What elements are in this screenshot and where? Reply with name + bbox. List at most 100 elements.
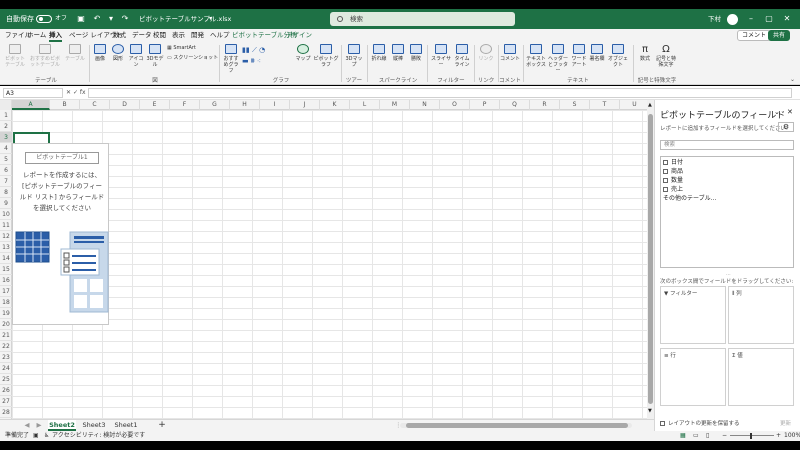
panel-close-icon[interactable]: ✕ bbox=[787, 108, 793, 116]
macro-recording-icon[interactable]: ▣ bbox=[33, 431, 39, 441]
field-item-sales[interactable]: 売上 bbox=[663, 185, 683, 194]
link-button[interactable]: リンク bbox=[477, 44, 495, 62]
page-break-view-icon[interactable]: ▯ bbox=[706, 431, 709, 441]
row-header-20[interactable]: 20 bbox=[0, 319, 12, 330]
tab-data[interactable]: データ bbox=[132, 29, 152, 42]
panel-options-chevron-icon[interactable]: ⌄ bbox=[774, 108, 780, 116]
tab-view[interactable]: 表示 bbox=[172, 29, 185, 42]
zoom-out-icon[interactable]: − bbox=[722, 431, 727, 441]
columns-area[interactable]: ⦀ 列 bbox=[728, 286, 794, 344]
column-header-h[interactable]: H bbox=[230, 100, 260, 110]
sparkline-line-button[interactable]: 折れ線 bbox=[370, 44, 388, 62]
more-tables-link[interactable]: その他のテーブル... bbox=[663, 194, 716, 203]
file-name[interactable]: ピボットテーブルサンプル.xlsx bbox=[139, 9, 231, 29]
row-header-22[interactable]: 22 bbox=[0, 341, 12, 352]
equation-button[interactable]: π 数式 bbox=[636, 44, 654, 62]
vertical-scroll-thumb[interactable] bbox=[648, 114, 653, 404]
fx-icon[interactable]: ✕ ✓ fx bbox=[66, 88, 86, 98]
checkbox-icon[interactable] bbox=[663, 160, 668, 165]
pivottable-button[interactable]: ピボットテーブル bbox=[4, 44, 26, 68]
column-header-b[interactable]: B bbox=[50, 100, 80, 110]
slicer-button[interactable]: スライサー bbox=[430, 44, 452, 68]
pictures-button[interactable]: 画像 bbox=[92, 44, 108, 62]
name-box[interactable]: A3 bbox=[3, 88, 63, 98]
recommended-charts-button[interactable]: おすすめグラフ bbox=[222, 44, 240, 74]
scatter-chart-icon[interactable]: ⁖ bbox=[257, 57, 261, 65]
ribbon-collapse-icon[interactable]: ⌄ bbox=[790, 76, 795, 83]
add-sheet-button[interactable]: + bbox=[156, 420, 168, 431]
accessibility-status[interactable]: アクセシビリティ: 検討が必要です bbox=[52, 431, 145, 441]
maximize-icon[interactable]: ▢ bbox=[761, 9, 777, 29]
row-header-16[interactable]: 16 bbox=[0, 275, 12, 286]
row-header-15[interactable]: 15 bbox=[0, 264, 12, 275]
column-header-s[interactable]: S bbox=[560, 100, 590, 110]
column-chart-icon[interactable]: ▮▮ bbox=[242, 46, 250, 54]
tab-developer[interactable]: 開発 bbox=[191, 29, 204, 42]
column-header-u[interactable]: U bbox=[620, 100, 647, 110]
statistic-chart-icon[interactable]: ⩩ bbox=[251, 57, 255, 65]
row-header-18[interactable]: 18 bbox=[0, 297, 12, 308]
row-header-25[interactable]: 25 bbox=[0, 374, 12, 385]
zoom-slider-thumb[interactable] bbox=[750, 433, 752, 439]
zoom-in-icon[interactable]: + bbox=[776, 431, 781, 441]
row-header-28[interactable]: 28 bbox=[0, 407, 12, 418]
row-header-10[interactable]: 10 bbox=[0, 209, 12, 220]
header-footer-button[interactable]: ヘッダーとフッター bbox=[547, 44, 569, 74]
3d-map-button[interactable]: 3Dマップ bbox=[344, 44, 364, 68]
vertical-scrollbar[interactable]: ▲ ▼ bbox=[647, 100, 654, 419]
values-area[interactable]: Σ 値 bbox=[728, 348, 794, 406]
smartart-button[interactable]: ▦ SmartArt bbox=[167, 45, 215, 51]
row-header-24[interactable]: 24 bbox=[0, 363, 12, 374]
horizontal-scroll-thumb[interactable] bbox=[406, 423, 628, 428]
search-input[interactable]: 検索 bbox=[330, 12, 515, 26]
sheet-tab-sheet3[interactable]: Sheet3 bbox=[80, 420, 108, 431]
close-icon[interactable]: ✕ bbox=[779, 9, 795, 29]
row-header-13[interactable]: 13 bbox=[0, 242, 12, 253]
checkbox-icon[interactable] bbox=[660, 421, 665, 426]
column-header-f[interactable]: F bbox=[170, 100, 200, 110]
update-button[interactable]: 更新 bbox=[780, 419, 791, 427]
column-header-q[interactable]: Q bbox=[500, 100, 530, 110]
user-name[interactable]: 下村 bbox=[708, 9, 721, 29]
column-header-i[interactable]: I bbox=[260, 100, 290, 110]
column-header-l[interactable]: L bbox=[350, 100, 380, 110]
checkbox-icon[interactable] bbox=[663, 169, 668, 174]
tab-help[interactable]: ヘルプ bbox=[210, 29, 230, 42]
cancel-icon[interactable]: ✕ bbox=[66, 89, 73, 96]
defer-layout-update[interactable]: レイアウトの更新を保留する bbox=[660, 419, 740, 427]
tab-splitter-icon[interactable]: ⋮ bbox=[395, 420, 402, 431]
chart-types-palette[interactable]: ▮▮ ⟋ ◔ ▬ ⩩ ⁖ bbox=[242, 45, 292, 67]
zoom-level[interactable]: 100% bbox=[784, 431, 800, 441]
horizontal-scrollbar[interactable] bbox=[400, 423, 632, 428]
row-header-5[interactable]: 5 bbox=[0, 154, 12, 165]
scroll-up-icon[interactable]: ▲ bbox=[648, 102, 652, 108]
symbol-button[interactable]: Ω 記号と特殊文字 bbox=[655, 44, 677, 68]
tab-formulas[interactable]: 数式 bbox=[113, 29, 126, 42]
rows-area[interactable]: ≡ 行 bbox=[660, 348, 726, 406]
save-icon[interactable]: ▣ bbox=[73, 9, 89, 29]
shapes-button[interactable]: 図形 bbox=[110, 44, 126, 62]
file-name-dropdown-icon[interactable]: ▾ bbox=[209, 9, 212, 29]
scroll-down-icon[interactable]: ▼ bbox=[648, 408, 652, 414]
avatar[interactable] bbox=[727, 9, 738, 29]
row-header-4[interactable]: 4 bbox=[0, 143, 12, 154]
row-header-3[interactable]: 3 bbox=[0, 132, 12, 143]
row-header-9[interactable]: 9 bbox=[0, 198, 12, 209]
row-header-19[interactable]: 19 bbox=[0, 308, 12, 319]
row-header-12[interactable]: 12 bbox=[0, 231, 12, 242]
row-header-6[interactable]: 6 bbox=[0, 165, 12, 176]
tab-insert[interactable]: 挿入 bbox=[49, 29, 62, 42]
row-header-1[interactable]: 1 bbox=[0, 110, 12, 121]
row-header-26[interactable]: 26 bbox=[0, 385, 12, 396]
signature-line-button[interactable]: 署名欄 bbox=[589, 44, 605, 62]
sparkline-winloss-button[interactable]: 勝敗 bbox=[408, 44, 424, 62]
maps-button[interactable]: マップ bbox=[295, 44, 311, 62]
pivot-table-placeholder[interactable]: ピボットテーブル1 レポートを作成するには、[ピボットテーブルのフィールド リス… bbox=[12, 143, 109, 325]
field-item-quantity[interactable]: 数量 bbox=[663, 176, 683, 185]
bar-chart-icon[interactable]: ▬ bbox=[242, 57, 249, 65]
row-header-11[interactable]: 11 bbox=[0, 220, 12, 231]
timeline-button[interactable]: タイムライン bbox=[453, 44, 471, 68]
column-header-k[interactable]: K bbox=[320, 100, 350, 110]
tab-design[interactable]: デザイン bbox=[286, 29, 312, 42]
panel-settings-gear-icon[interactable]: ⚙ bbox=[778, 122, 794, 132]
